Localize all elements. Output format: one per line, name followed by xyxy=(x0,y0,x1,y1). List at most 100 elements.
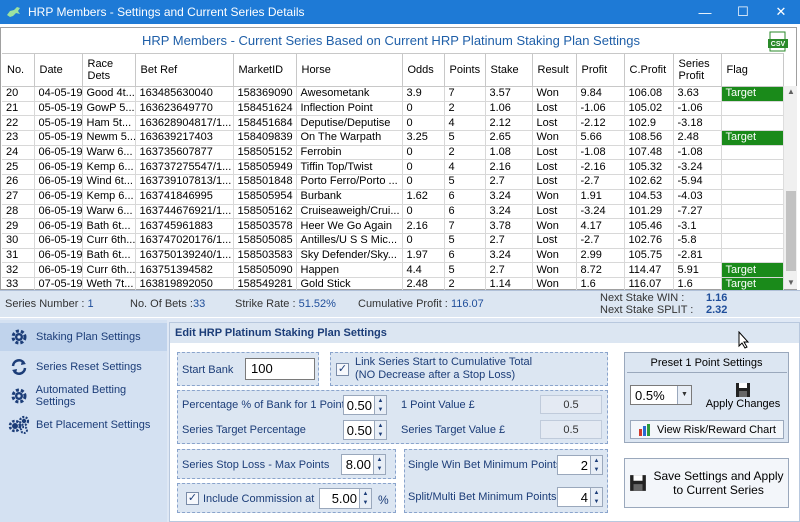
sidebar-item-bet-placement[interactable]: Bet Placement Settings xyxy=(0,411,167,439)
single-win-spinner[interactable]: 2 ▲ ▼ xyxy=(557,455,603,475)
table-cell: 158505162 xyxy=(233,204,297,220)
table-cell: 163639217403 xyxy=(135,130,234,146)
window-titlebar: HRP Members - Settings and Current Serie… xyxy=(0,0,800,24)
sidebar-item-automated-betting[interactable]: Automated Betting Settings xyxy=(0,382,167,410)
table-row[interactable]: 24 06-05-19 Warw 6... 163735607877 158505152… xyxy=(2,145,784,161)
table-row[interactable]: 25 06-05-19 Kemp 6... 163737275547/1... 1585… xyxy=(2,159,784,176)
table-cell: 06-05-19 xyxy=(34,189,83,205)
table-cell: -2.7 xyxy=(576,233,625,249)
table-row[interactable]: 31 06-05-19 Bath 6t... 163750139240/1... 158… xyxy=(2,248,784,264)
maximize-button[interactable]: ☐ xyxy=(724,0,762,24)
spinner-arrows-icon[interactable]: ▲ ▼ xyxy=(374,421,386,439)
start-bank-input[interactable]: 100 xyxy=(245,358,315,380)
one-point-value: 0.5 xyxy=(540,395,602,414)
table-cell: 158503583 xyxy=(233,248,297,264)
column-header[interactable]: Stake xyxy=(485,53,533,87)
table-cell: Warw 6... xyxy=(82,145,136,161)
spinner-arrows-icon[interactable]: ▲ ▼ xyxy=(590,456,602,474)
preset-dropdown[interactable]: 0.5% ▼ xyxy=(630,385,692,405)
commission-unit: % xyxy=(378,493,389,507)
svg-text:CSV: CSV xyxy=(771,41,786,48)
column-header[interactable]: Series Profit xyxy=(673,53,722,87)
table-row[interactable]: 26 06-05-19 Wind 6t... 163739107813/1... 158… xyxy=(2,174,784,190)
column-header[interactable]: Horse xyxy=(296,53,403,87)
split-multi-value: 4 xyxy=(580,490,588,505)
sidebar-item-series-reset[interactable]: Series Reset Settings xyxy=(0,353,167,381)
table-row[interactable]: 23 05-05-19 Newm 5... 163639217403 158409839… xyxy=(2,130,784,146)
start-bank-group: Start Bank 100 xyxy=(177,352,319,386)
flag-cell xyxy=(721,233,784,249)
table-row[interactable]: 22 05-05-19 Ham 5t... 163628904817/1... 1584… xyxy=(2,115,784,132)
table-row[interactable]: 32 06-05-19 Curr 6th... 163751394582 1585050… xyxy=(2,262,784,278)
table-row[interactable]: 21 05-05-19 GowP 5... 163623649770 158451624… xyxy=(2,101,784,117)
column-header[interactable]: Date xyxy=(34,53,83,87)
table-cell: -3.1 xyxy=(673,218,722,234)
table-cell: -5.8 xyxy=(673,233,722,249)
column-header[interactable]: Bet Ref xyxy=(135,53,234,87)
table-cell: 24 xyxy=(2,145,35,161)
strike-rate-stat: Strike Rate : 51.52% xyxy=(235,298,336,310)
column-header[interactable]: Race Dets xyxy=(82,53,136,87)
table-cell: 4 xyxy=(444,159,486,176)
commission-spinner[interactable]: 5.00 ▲ ▼ xyxy=(319,488,372,509)
table-cell: Won xyxy=(532,262,577,278)
view-risk-reward-button[interactable]: View Risk/Reward Chart xyxy=(630,420,784,439)
column-header[interactable]: No. xyxy=(2,53,35,87)
column-header[interactable]: Flag xyxy=(721,53,784,87)
table-cell: 9.84 xyxy=(576,86,625,102)
column-header[interactable]: Points xyxy=(444,53,486,87)
table-cell: 2.99 xyxy=(576,248,625,264)
table-row[interactable]: 20 04-05-19 Good 4t... 163485630040 15836909… xyxy=(2,86,784,102)
column-header[interactable]: Odds xyxy=(402,53,445,87)
scroll-thumb[interactable] xyxy=(786,191,796,271)
flag-cell xyxy=(721,189,784,205)
table-cell: Cruiseaweigh/Crui... xyxy=(296,204,403,220)
save-icon xyxy=(736,383,750,397)
table-cell: 06-05-19 xyxy=(34,159,83,176)
save-settings-button[interactable]: Save Settings and Apply to Current Series xyxy=(624,458,789,508)
table-row[interactable]: 27 06-05-19 Kemp 6... 163741846995 158505954… xyxy=(2,189,784,205)
table-row[interactable]: 28 06-05-19 Warw 6... 163744676921/1... 1585… xyxy=(2,204,784,220)
series-target-pct-spinner[interactable]: 0.50 ▲ ▼ xyxy=(343,420,387,440)
column-header[interactable]: Result xyxy=(532,53,577,87)
close-button[interactable]: ✕ xyxy=(762,0,800,24)
table-row[interactable]: 29 06-05-19 Bath 6t... 163745961883 15850357… xyxy=(2,218,784,234)
stop-loss-spinner[interactable]: 8.00 ▲ ▼ xyxy=(341,454,386,475)
table-cell: 06-05-19 xyxy=(34,218,83,234)
table-cell: 23 xyxy=(2,130,35,146)
sidebar-item-staking-plan[interactable]: Staking Plan Settings xyxy=(0,323,167,351)
app-horse-icon xyxy=(6,4,22,20)
link-series-checkbox[interactable]: ✓ xyxy=(336,363,349,376)
table-cell: 158503578 xyxy=(233,218,297,234)
minimize-button[interactable]: — xyxy=(686,0,724,24)
table-cell: 163744676921/1... xyxy=(135,204,234,220)
table-cell: 5.66 xyxy=(576,130,625,146)
table-cell: Ferrobin xyxy=(296,145,403,161)
series-target-pct-label: Series Target Percentage xyxy=(182,424,306,436)
column-header[interactable]: Profit xyxy=(576,53,625,87)
commission-checkbox[interactable]: ✓ xyxy=(186,492,199,505)
column-header[interactable]: C.Profit xyxy=(624,53,674,87)
table-cell: Kemp 6... xyxy=(82,189,136,205)
table-row[interactable]: 30 06-05-19 Curr 6th... 163747020176/1... 15… xyxy=(2,233,784,249)
table-cell: 158369090 xyxy=(233,86,297,102)
table-cell: 107.48 xyxy=(624,145,674,161)
table-cell: Good 4t... xyxy=(82,86,136,102)
spinner-arrows-icon[interactable]: ▲ ▼ xyxy=(374,396,386,414)
scroll-down-icon[interactable]: ▼ xyxy=(786,278,796,288)
column-header[interactable]: MarketID xyxy=(233,53,297,87)
table-cell: Bath 6t... xyxy=(82,248,136,264)
scroll-up-icon[interactable]: ▲ xyxy=(786,87,796,97)
table-cell: 31 xyxy=(2,248,35,264)
table-cell: Lost xyxy=(532,145,577,161)
grid-scrollbar[interactable]: ▲ ▼ xyxy=(783,86,797,289)
mouse-pointer-icon xyxy=(738,330,750,349)
apply-changes-button[interactable]: Apply Changes xyxy=(703,378,783,414)
spinner-arrows-icon[interactable]: ▲ ▼ xyxy=(373,455,385,474)
csv-export-icon[interactable]: CSV xyxy=(768,31,788,53)
spinner-arrows-icon[interactable]: ▲ ▼ xyxy=(590,488,602,506)
spinner-arrows-icon[interactable]: ▲ ▼ xyxy=(359,489,371,508)
pct-bank-spinner[interactable]: 0.50 ▲ ▼ xyxy=(343,395,387,415)
split-multi-spinner[interactable]: 4 ▲ ▼ xyxy=(557,487,603,507)
table-cell: 5.91 xyxy=(673,262,722,278)
